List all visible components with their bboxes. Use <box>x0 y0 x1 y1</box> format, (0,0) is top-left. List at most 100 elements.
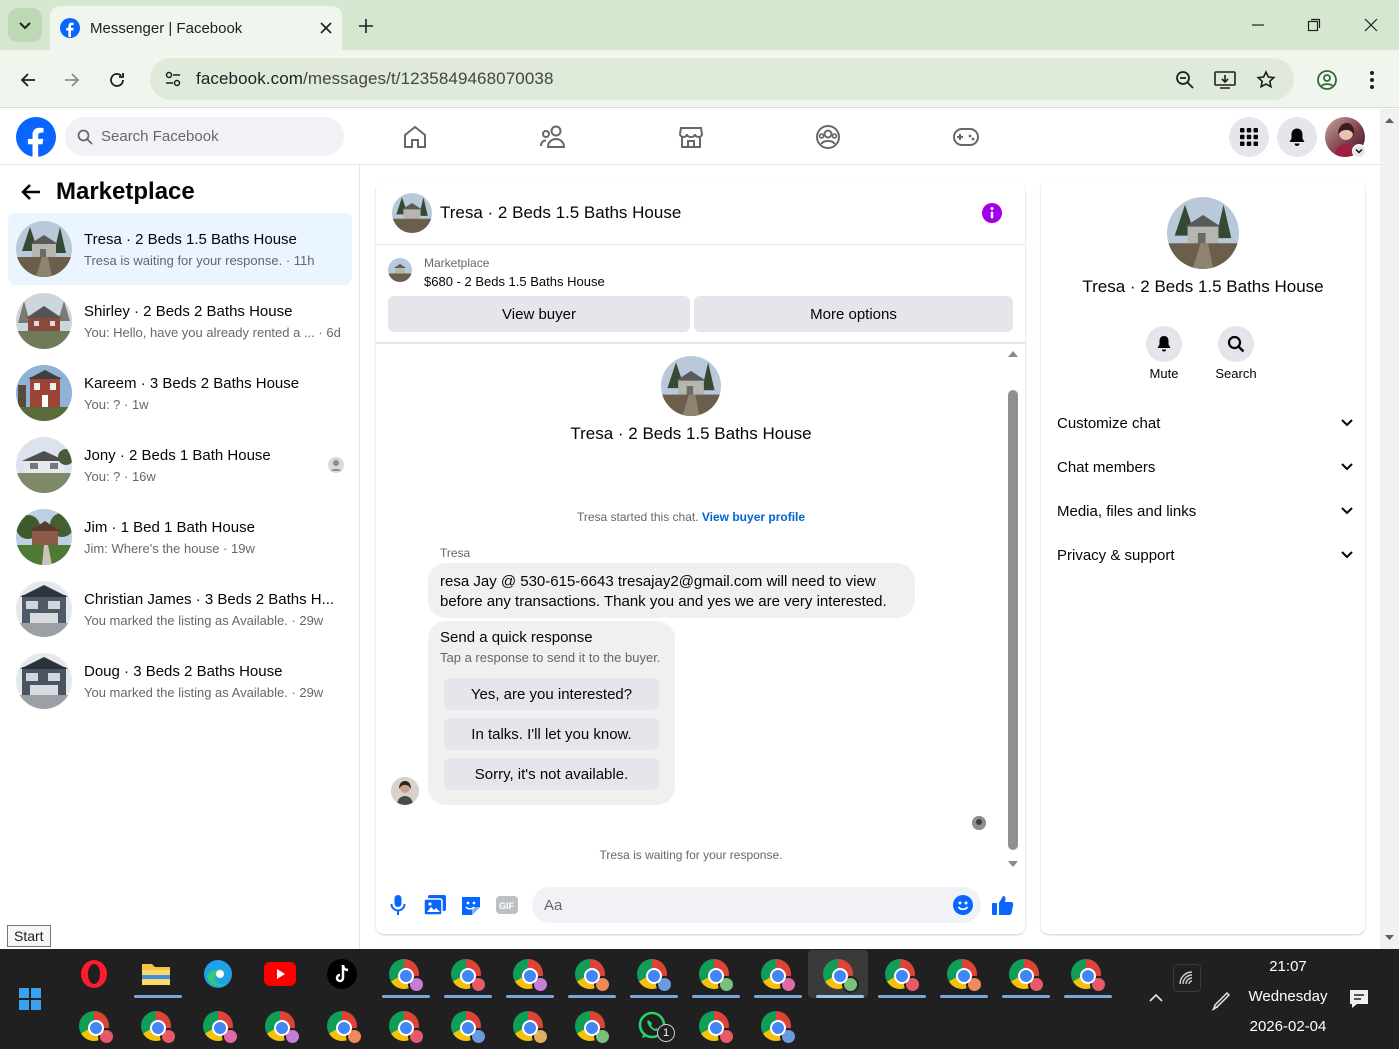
customize-chat-section[interactable]: Customize chat <box>1057 408 1353 438</box>
install-app-button[interactable] <box>1211 66 1239 94</box>
chat-profile-avatar[interactable] <box>661 356 721 416</box>
chrome-profile-icon[interactable] <box>878 952 922 996</box>
chrome-profile-icon[interactable] <box>72 1004 116 1048</box>
attach-media-button[interactable] <box>424 895 446 915</box>
conversation-item[interactable]: Tresa · 2 Beds 1.5 Baths House Tresa is w… <box>8 213 352 285</box>
reload-button[interactable] <box>103 66 131 94</box>
gif-button[interactable]: GIF <box>496 896 518 914</box>
nav-marketplace[interactable] <box>671 121 711 153</box>
tab-search-dropdown-button[interactable] <box>8 8 42 42</box>
scroll-up-arrow-icon[interactable] <box>1004 348 1022 360</box>
conversation-item[interactable]: Jim · 1 Bed 1 Bath House Jim: Where's the… <box>8 501 352 573</box>
nav-gaming[interactable] <box>946 121 986 153</box>
tiktok-icon[interactable] <box>320 952 364 996</box>
menu-button[interactable] <box>1229 117 1269 157</box>
chrome-profile-icon[interactable] <box>382 952 426 996</box>
facebook-logo[interactable] <box>16 117 56 157</box>
chrome-profile-icon[interactable] <box>444 1004 488 1048</box>
conversation-item[interactable]: Kareem · 3 Beds 2 Baths House You: ? · 1w <box>8 357 352 429</box>
send-like-button[interactable] <box>992 894 1014 916</box>
more-options-button[interactable]: More options <box>694 296 1013 332</box>
youtube-icon[interactable] <box>258 952 302 996</box>
chat-scrollbar-thumb[interactable] <box>1008 390 1018 850</box>
voice-clip-button[interactable] <box>388 894 408 916</box>
nav-friends[interactable] <box>533 121 573 153</box>
chrome-profile-icon[interactable] <box>258 1004 302 1048</box>
chrome-profile-icon[interactable] <box>754 952 798 996</box>
quick-response-button[interactable]: Yes, are you interested? <box>444 678 659 710</box>
chrome-profile-icon[interactable] <box>568 1004 612 1048</box>
chrome-profile-icon[interactable] <box>1064 952 1108 996</box>
opera-icon[interactable] <box>72 952 116 996</box>
mute-button[interactable] <box>1146 326 1182 362</box>
notifications-center-button[interactable] <box>1348 988 1370 1010</box>
back-arrow-icon[interactable] <box>20 182 42 202</box>
view-buyer-button[interactable]: View buyer <box>388 296 690 332</box>
conversation-item[interactable]: Christian James · 3 Beds 2 Baths H... You… <box>8 573 352 645</box>
conversation-item[interactable]: Shirley · 2 Beds 2 Baths House You: Hello… <box>8 285 352 357</box>
facebook-search-box[interactable] <box>65 117 344 156</box>
sticker-button[interactable] <box>460 895 482 915</box>
view-buyer-profile-link[interactable]: View buyer profile <box>702 510 805 524</box>
chrome-profile-icon[interactable] <box>692 952 736 996</box>
file-explorer-icon[interactable] <box>134 952 178 996</box>
facebook-search-input[interactable] <box>101 128 321 145</box>
chrome-profile-icon[interactable] <box>382 1004 426 1048</box>
pen-menu-button[interactable] <box>1210 988 1234 1012</box>
network-status[interactable] <box>1173 964 1201 992</box>
search-in-conversation-button[interactable] <box>1218 326 1254 362</box>
clock-date[interactable]: 2026-02-04 <box>1240 1018 1336 1035</box>
edge-icon[interactable] <box>196 952 240 996</box>
restore-window-button[interactable] <box>1299 12 1329 38</box>
scroll-down-arrow-icon[interactable] <box>1004 858 1022 870</box>
media-files-links-section[interactable]: Media, files and links <box>1057 496 1353 526</box>
nav-groups[interactable] <box>808 121 848 153</box>
close-window-button[interactable] <box>1356 12 1386 38</box>
chrome-profile-icon[interactable] <box>568 952 612 996</box>
notifications-button[interactable] <box>1277 117 1317 157</box>
clock-time[interactable]: 21:07 <box>1240 958 1336 975</box>
conversation-item[interactable]: Doug · 3 Beds 2 Baths House You marked th… <box>8 645 352 717</box>
forward-button[interactable] <box>58 66 86 94</box>
minimize-window-button[interactable] <box>1243 12 1273 38</box>
zoom-button[interactable] <box>1171 66 1199 94</box>
start-button[interactable] <box>8 977 52 1021</box>
browser-menu-button[interactable] <box>1358 66 1386 94</box>
chrome-profile-icon[interactable] <box>506 1004 550 1048</box>
chat-members-section[interactable]: Chat members <box>1057 452 1353 482</box>
quick-response-button[interactable]: Sorry, it's not available. <box>444 758 659 790</box>
chrome-profile-icon[interactable] <box>692 1004 736 1048</box>
chrome-profile-icon[interactable] <box>134 1004 178 1048</box>
address-bar[interactable]: facebook.com/messages/t/1235849468070038 <box>150 58 1294 100</box>
chrome-profile-icon[interactable] <box>630 952 674 996</box>
back-button[interactable] <box>14 66 42 94</box>
chrome-profile-icon[interactable] <box>1002 952 1046 996</box>
chrome-profile-icon[interactable] <box>444 952 488 996</box>
sender-avatar[interactable] <box>391 777 419 805</box>
chrome-profile-icon-active[interactable] <box>816 952 860 996</box>
page-scrollbar[interactable] <box>1380 109 1399 949</box>
chat-header-name[interactable]: Tresa · 2 Beds 1.5 Baths House <box>440 203 681 223</box>
chrome-profile-icon[interactable] <box>754 1004 798 1048</box>
incoming-message-bubble[interactable]: resa Jay @ 530-615-6643 tresajay2@gmail.… <box>428 563 915 618</box>
profile-button[interactable] <box>1313 66 1341 94</box>
browser-tab-messenger[interactable]: Messenger | Facebook <box>50 6 342 50</box>
chrome-profile-icon[interactable] <box>940 952 984 996</box>
message-input[interactable]: Aa <box>532 887 981 923</box>
new-tab-button[interactable] <box>354 14 378 38</box>
close-tab-icon[interactable] <box>320 22 332 34</box>
chrome-profile-icon[interactable] <box>506 952 550 996</box>
conversation-item[interactable]: Jony · 2 Beds 1 Bath House You: ? · 16w <box>8 429 352 501</box>
listing-title[interactable]: $680 - 2 Beds 1.5 Baths House <box>424 274 605 289</box>
nav-home[interactable] <box>395 121 435 153</box>
account-dropdown-button[interactable] <box>1352 144 1366 158</box>
scroll-down-arrow-icon[interactable] <box>1380 931 1399 945</box>
info-avatar[interactable] <box>1167 197 1239 269</box>
show-hidden-icons-button[interactable] <box>1146 988 1166 1008</box>
chrome-profile-icon[interactable] <box>320 1004 364 1048</box>
chrome-profile-icon[interactable] <box>196 1004 240 1048</box>
scroll-up-arrow-icon[interactable] <box>1380 113 1399 127</box>
privacy-support-section[interactable]: Privacy & support <box>1057 540 1353 570</box>
chat-scrollbar[interactable] <box>1004 348 1022 872</box>
site-settings-icon[interactable] <box>164 70 182 88</box>
